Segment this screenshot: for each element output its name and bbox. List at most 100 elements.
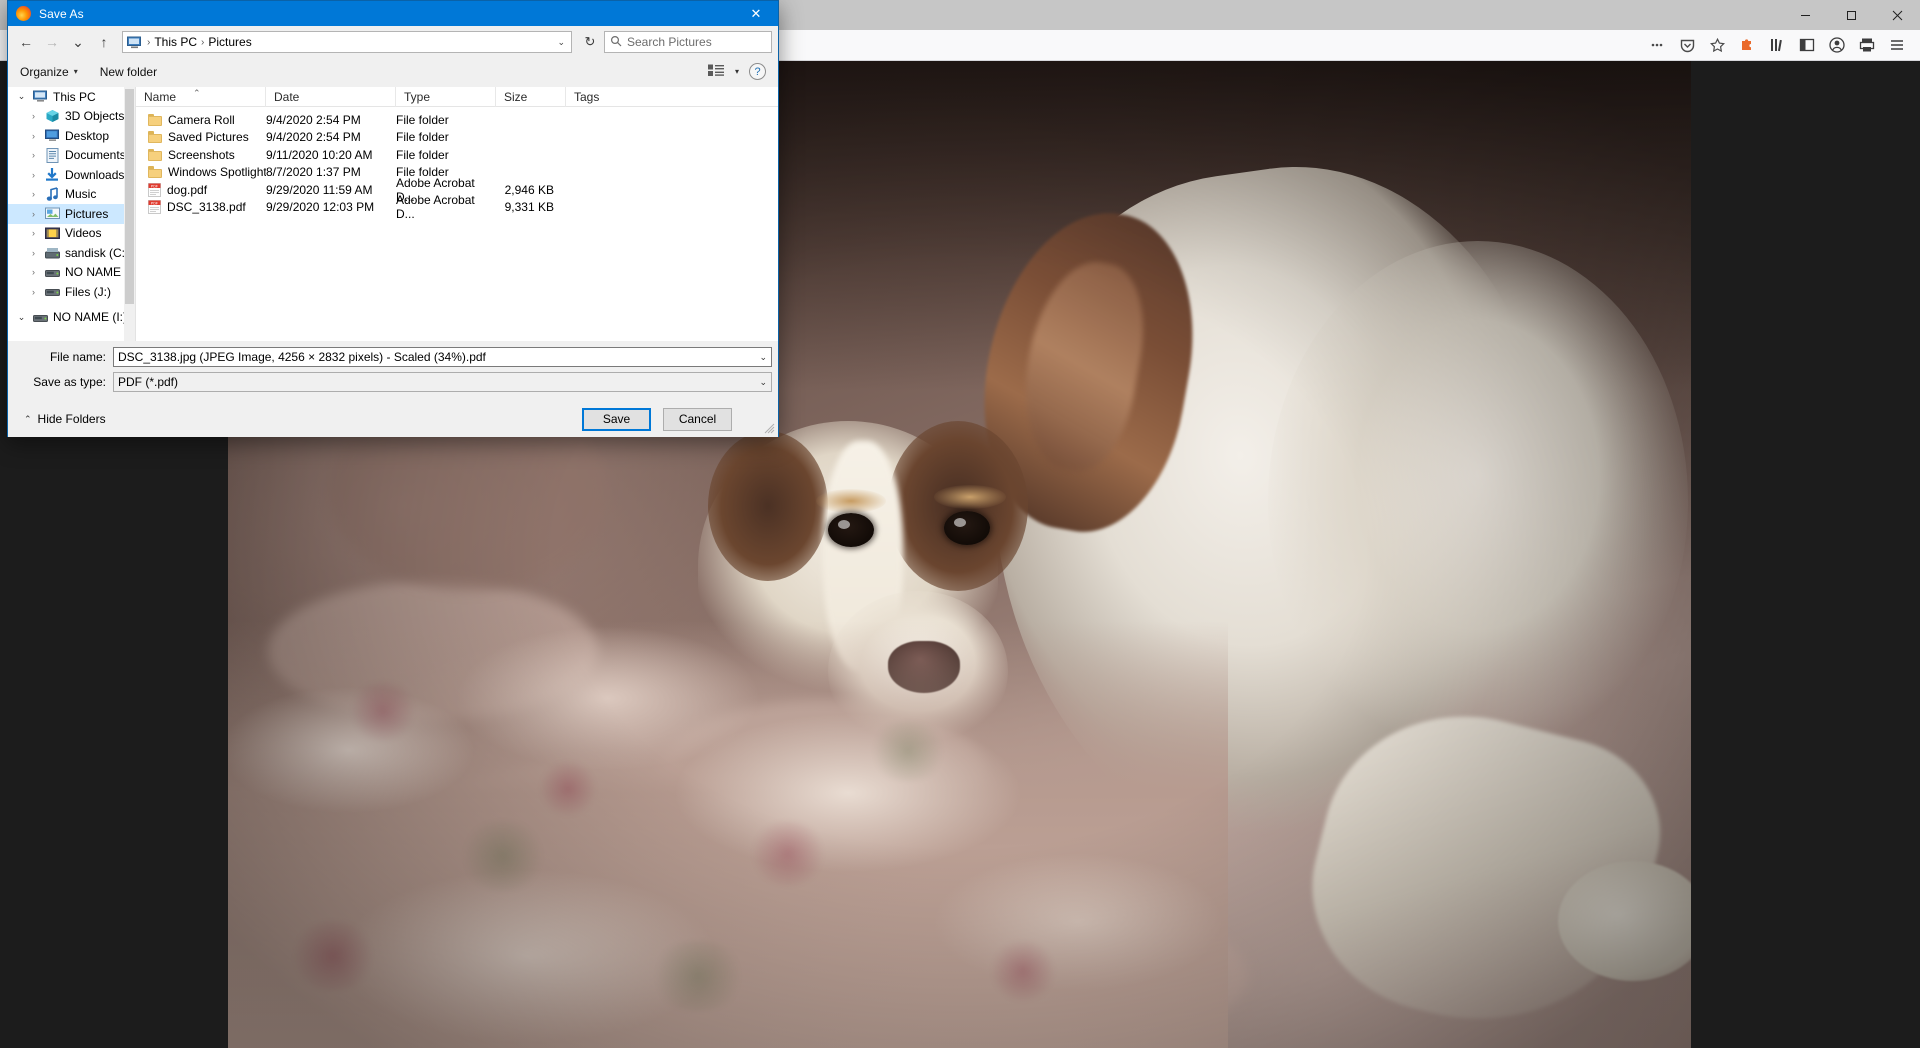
tree-item-downloads[interactable]: › Downloads	[8, 165, 135, 185]
file-list-rows[interactable]: Camera Roll 9/4/2020 2:54 PM File folder Sa…	[136, 107, 778, 221]
chevron-down-icon: ▾	[73, 67, 78, 76]
tree-item-no-name-i[interactable]: › NO NAME (I:)	[8, 263, 135, 283]
nav-pane-scrollbar[interactable]	[124, 87, 135, 341]
back-button[interactable]: ←	[14, 30, 38, 54]
tree-item-files-j[interactable]: › Files (J:)	[8, 282, 135, 302]
dialog-navigation-bar: ← → ⌄ ↑ › This PC › Pictures ⌄ ↻ Search …	[8, 26, 778, 58]
sidebar-toggle-icon[interactable]	[1794, 32, 1820, 58]
chevron-right-icon[interactable]: ›	[28, 170, 39, 180]
chevron-down-icon[interactable]: ⌄	[557, 37, 567, 48]
refresh-button[interactable]: ↻	[578, 31, 602, 53]
file-list-pane[interactable]: Name ⌃ Date Type Size Tags Camera Roll 9/…	[136, 86, 778, 341]
tree-item-sandisk-c[interactable]: › sandisk (C:)	[8, 243, 135, 263]
chevron-down-icon[interactable]: ⌄	[753, 352, 767, 363]
chevron-right-icon[interactable]: ›	[28, 111, 39, 121]
bookmark-star-icon[interactable]	[1704, 32, 1730, 58]
organize-button[interactable]: Organize ▾	[20, 65, 78, 79]
navigation-pane[interactable]: ⌄ This PC › 3D Objects › Desktop › Documents › Do…	[8, 87, 136, 341]
folder-icon	[148, 113, 162, 126]
save-as-type-select[interactable]: PDF (*.pdf) ⌄	[113, 372, 772, 392]
close-button[interactable]	[1874, 0, 1920, 30]
chevron-right-icon[interactable]: ›	[28, 150, 39, 160]
save-as-dialog[interactable]: Save As ✕ ← → ⌄ ↑ › This PC › Pictures ⌄…	[7, 0, 779, 437]
view-options-icon[interactable]	[707, 64, 725, 80]
search-icon	[610, 35, 622, 50]
column-header-name[interactable]: Name ⌃	[136, 86, 266, 107]
tree-item-label: Desktop	[65, 128, 110, 143]
chevron-right-icon[interactable]: ›	[28, 287, 39, 297]
urlbar-right-icons	[1642, 32, 1732, 58]
search-box[interactable]: Search Pictures	[604, 31, 772, 53]
new-folder-button[interactable]: New folder	[100, 65, 157, 79]
file-name-cell: Screenshots	[136, 148, 266, 162]
column-header-tags[interactable]: Tags	[566, 87, 626, 107]
file-name-input[interactable]: DSC_3138.jpg (JPEG Image, 4256 × 2832 pi…	[113, 347, 772, 367]
file-name-text: DSC_3138.pdf	[167, 200, 246, 215]
folder-tree[interactable]: ⌄ This PC › 3D Objects › Desktop › Documents › Do…	[8, 87, 135, 327]
pocket-save-icon[interactable]	[1674, 32, 1700, 58]
table-row[interactable]: Saved Pictures 9/4/2020 2:54 PM File folde…	[136, 129, 778, 147]
dialog-title: Save As	[39, 6, 84, 21]
file-name-text: Camera Roll	[168, 112, 235, 127]
account-icon[interactable]	[1824, 32, 1850, 58]
table-row[interactable]: Camera Roll 9/4/2020 2:54 PM File folder	[136, 111, 778, 129]
column-header-type[interactable]: Type	[396, 86, 496, 107]
recent-locations-button[interactable]: ⌄	[66, 30, 90, 54]
save-as-type-value: PDF (*.pdf)	[118, 375, 179, 389]
resize-grip[interactable]	[764, 423, 776, 435]
file-date-cell: 9/11/2020 10:20 AM	[266, 147, 373, 162]
file-date-cell: 8/7/2020 1:37 PM	[266, 165, 361, 180]
tree-item-no-name-i[interactable]: ⌄ NO NAME (I:)	[8, 308, 135, 328]
hide-folders-button[interactable]: ⌃ Hide Folders	[24, 412, 106, 426]
chevron-right-icon[interactable]: ›	[28, 209, 39, 219]
chevron-right-icon[interactable]: ›	[28, 131, 39, 141]
tree-item-pictures[interactable]: › Pictures	[8, 204, 135, 224]
hard-drive-icon	[44, 245, 60, 261]
table-row[interactable]: PDF DSC_3138.pdf 9/29/2020 12:03 PM Adobe A…	[136, 193, 778, 221]
tree-item-3d-objects[interactable]: › 3D Objects	[8, 107, 135, 127]
chevron-down-icon[interactable]: ⌄	[16, 91, 27, 102]
view-options-group[interactable]: ▾ ?	[707, 63, 766, 80]
chevron-right-icon[interactable]: ›	[28, 267, 39, 277]
file-name-cell: PDF DSC_3138.pdf	[136, 200, 266, 215]
chevron-down-icon[interactable]: ⌄	[16, 312, 27, 323]
library-icon[interactable]	[1764, 32, 1790, 58]
tree-item-label: sandisk (C:)	[65, 245, 130, 260]
breadcrumb-separator: ›	[201, 36, 205, 48]
tree-item-this-pc[interactable]: ⌄ This PC	[8, 87, 135, 107]
column-header-size[interactable]: Size	[496, 86, 566, 107]
forward-button[interactable]: →	[40, 30, 64, 54]
chevron-down-icon[interactable]: ⌄	[753, 377, 767, 388]
table-row[interactable]: Screenshots 9/11/2020 10:20 AM File folder	[136, 146, 778, 164]
file-date-cell: 9/29/2020 12:03 PM	[266, 200, 375, 215]
page-actions-ellipsis-icon[interactable]	[1644, 32, 1670, 58]
chevron-right-icon[interactable]: ›	[28, 248, 39, 258]
column-header-date[interactable]: Date	[266, 86, 396, 107]
file-type-cell: Adobe Acrobat D...	[396, 193, 475, 222]
chevron-right-icon[interactable]: ›	[28, 228, 39, 238]
chevron-down-icon[interactable]: ▾	[735, 67, 739, 76]
tree-item-desktop[interactable]: › Desktop	[8, 126, 135, 146]
save-to-device-icon[interactable]	[1854, 32, 1880, 58]
cancel-button[interactable]: Cancel	[663, 407, 732, 431]
tree-item-music[interactable]: › Music	[8, 185, 135, 205]
app-menu-icon[interactable]	[1884, 32, 1910, 58]
breadcrumb-item-this-pc[interactable]: This PC	[154, 35, 197, 49]
minimize-button[interactable]	[1782, 0, 1828, 30]
maximize-button[interactable]	[1828, 0, 1874, 30]
breadcrumb-item-pictures[interactable]: Pictures	[208, 35, 251, 49]
extensions-puzzle-icon[interactable]	[1734, 32, 1760, 58]
tree-item-videos[interactable]: › Videos	[8, 224, 135, 244]
scrollbar-thumb[interactable]	[125, 89, 134, 304]
help-button[interactable]: ?	[749, 63, 766, 80]
tree-item-documents[interactable]: › Documents	[8, 146, 135, 166]
breadcrumb[interactable]: › This PC › Pictures ⌄	[122, 31, 572, 53]
dialog-close-button[interactable]: ✕	[734, 1, 778, 26]
search-input[interactable]: Search Pictures	[627, 35, 712, 49]
chevron-right-icon[interactable]: ›	[28, 189, 39, 199]
up-button[interactable]: ↑	[92, 30, 116, 54]
save-button[interactable]: Save	[582, 407, 651, 431]
svg-text:PDF: PDF	[151, 202, 159, 206]
dialog-fields: File name: DSC_3138.jpg (JPEG Image, 425…	[8, 343, 778, 395]
pictures-icon	[44, 206, 60, 222]
